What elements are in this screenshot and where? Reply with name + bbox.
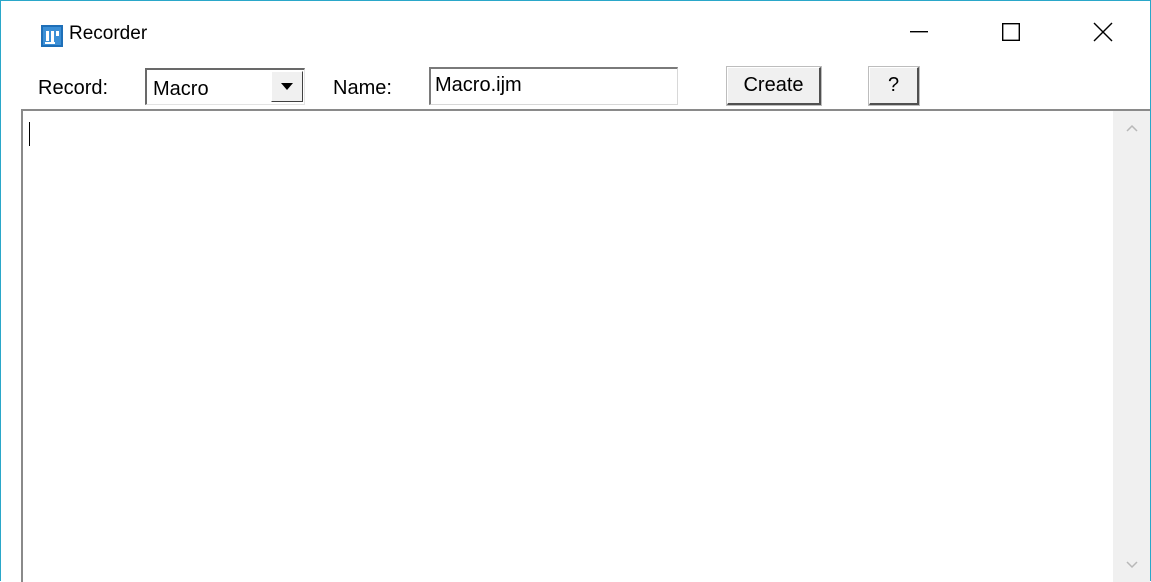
chevron-down-icon: [281, 83, 293, 90]
scroll-up-button[interactable]: [1113, 111, 1150, 145]
vertical-scrollbar[interactable]: [1113, 111, 1150, 582]
record-label: Record:: [38, 77, 109, 99]
close-button[interactable]: [1057, 1, 1149, 63]
maximize-button[interactable]: [965, 1, 1057, 63]
text-caret: [29, 122, 30, 146]
create-button[interactable]: Create: [726, 66, 822, 106]
recorder-window: Recorder Record: Macro Name: Macro.ijm C…: [0, 0, 1151, 582]
macro-name-input[interactable]: Macro.ijm: [429, 67, 678, 105]
scroll-down-button[interactable]: [1113, 548, 1150, 582]
minimize-icon: [910, 31, 928, 33]
imagej-icon: [41, 25, 63, 47]
close-icon: [1093, 22, 1113, 42]
name-label: Name:: [333, 77, 392, 99]
chevron-up-icon: [1125, 124, 1138, 132]
record-type-select[interactable]: Macro: [145, 68, 305, 105]
chevron-down-icon: [1125, 561, 1138, 569]
dropdown-button[interactable]: [271, 71, 303, 102]
record-type-value: Macro: [153, 78, 209, 100]
minimize-button[interactable]: [873, 1, 965, 63]
macro-name-value: Macro.ijm: [435, 74, 522, 96]
macro-text-area[interactable]: [21, 109, 1150, 582]
maximize-icon: [1002, 23, 1020, 41]
title-bar[interactable]: Recorder: [1, 1, 1150, 61]
recorder-toolbar: Record: Macro Name: Macro.ijm Create ?: [1, 63, 1150, 109]
window-title: Recorder: [69, 23, 148, 44]
help-button[interactable]: ?: [868, 66, 920, 106]
